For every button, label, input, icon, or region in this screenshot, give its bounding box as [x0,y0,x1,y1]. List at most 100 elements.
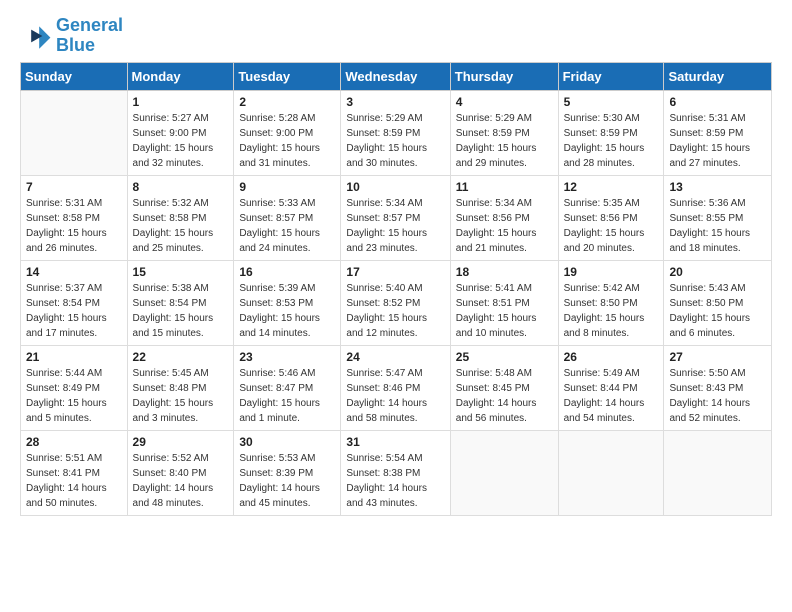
calendar-day-cell: 1Sunrise: 5:27 AMSunset: 9:00 PMDaylight… [127,90,234,175]
calendar-day-cell: 10Sunrise: 5:34 AMSunset: 8:57 PMDayligh… [341,175,450,260]
day-info: Sunrise: 5:39 AMSunset: 8:53 PMDaylight:… [239,281,335,341]
header: General Blue [20,16,772,56]
sunrise-text: Sunrise: 5:48 AM [456,368,532,379]
daylight-text: Daylight: 14 hours and 43 minutes. [346,483,427,509]
day-info: Sunrise: 5:50 AM Sunset: 8:43 PM Daylight:… [669,366,766,426]
day-info: Sunrise: 5:40 AMSunset: 8:52 PMDaylight:… [346,281,444,341]
day-info: Sunrise: 5:28 AMSunset: 9:00 PMDaylight:… [239,111,335,171]
weekday-header-cell: Monday [127,62,234,90]
sunrise-text: Sunrise: 5:31 AM [669,113,745,124]
day-info: Sunrise: 5:45 AMSunset: 8:48 PMDaylight:… [133,366,229,426]
sunset-text: Sunset: 8:48 PM [133,383,207,394]
calendar-day-cell [664,430,772,515]
daylight-text: Daylight: 15 hours and 14 minutes. [239,313,320,339]
calendar-day-cell: 25Sunrise: 5:48 AMSunset: 8:45 PMDayligh… [450,345,558,430]
calendar-day-cell: 12Sunrise: 5:35 AMSunset: 8:56 PMDayligh… [558,175,664,260]
daylight-text: Daylight: 15 hours and 15 minutes. [133,313,214,339]
calendar-day-cell: 4 Sunrise: 5:29 AMSunset: 8:59 PMDaylight… [450,90,558,175]
sunrise-text: Sunrise: 5:34 AM [346,198,422,209]
daylight-text: Daylight: 14 hours and 52 minutes. [669,398,750,424]
day-info: Sunrise: 5:52 AMSunset: 8:40 PMDaylight:… [133,451,229,511]
sunset-text: Sunset: 8:58 PM [26,213,100,224]
calendar-day-cell: 18Sunrise: 5:41 AMSunset: 8:51 PMDayligh… [450,260,558,345]
day-number: 3 [346,95,444,109]
daylight-text: Daylight: 14 hours and 48 minutes. [133,483,214,509]
weekday-header-row: SundayMondayTuesdayWednesdayThursdayFrid… [21,62,772,90]
calendar-day-cell: 29Sunrise: 5:52 AMSunset: 8:40 PMDayligh… [127,430,234,515]
day-number: 10 [346,180,444,194]
calendar-day-cell: 3Sunrise: 5:29 AMSunset: 8:59 PMDaylight… [341,90,450,175]
day-info: Sunrise: 5:27 AMSunset: 9:00 PMDaylight:… [133,111,229,171]
day-number: 21 [26,350,122,364]
sunset-text: Sunset: 8:59 PM [346,128,420,139]
sunset-text: Sunset: 8:49 PM [26,383,100,394]
day-info: Sunrise: 5:47 AMSunset: 8:46 PMDaylight:… [346,366,444,426]
calendar-day-cell: 23Sunrise: 5:46 AMSunset: 8:47 PMDayligh… [234,345,341,430]
sunrise-text: Sunrise: 5:51 AM [26,453,102,464]
calendar-week-row: 21Sunrise: 5:44 AMSunset: 8:49 PMDayligh… [21,345,772,430]
daylight-text: Daylight: 14 hours and 50 minutes. [26,483,107,509]
day-info: Sunrise: 5:34 AMSunset: 8:56 PMDaylight:… [456,196,553,256]
day-info: Sunrise: 5:30 AMSunset: 8:59 PMDaylight:… [564,111,659,171]
day-number: 11 [456,180,553,194]
calendar-day-cell: 26Sunrise: 5:49 AMSunset: 8:44 PMDayligh… [558,345,664,430]
sunset-text: Sunset: 8:59 PM [564,128,638,139]
weekday-header-cell: Sunday [21,62,128,90]
day-number: 18 [456,265,553,279]
sunrise-text: Sunrise: 5:35 AM [564,198,640,209]
day-number: 17 [346,265,444,279]
calendar-day-cell [21,90,128,175]
sunset-text: Sunset: 8:53 PM [239,298,313,309]
sunset-text: Sunset: 8:56 PM [564,213,638,224]
calendar-day-cell: 27Sunrise: 5:50 AMSunset: 8:43 PMDayligh… [664,345,772,430]
day-number: 25 [456,350,553,364]
daylight-text: Daylight: 15 hours and 6 minutes. [669,313,750,339]
calendar-day-cell: 14 Sunrise: 5:37 AM Sunset: 8:54 PM Dayligh… [21,260,128,345]
day-number: 5 [564,95,659,109]
sunrise-text: Sunrise: 5:29 AM [456,113,532,124]
sunset-text: Sunset: 8:51 PM [456,298,530,309]
day-number: 19 [564,265,659,279]
weekday-header-cell: Tuesday [234,62,341,90]
sunrise-text: Sunrise: 5:37 AM [26,283,102,294]
calendar-day-cell: 20Sunrise: 5:43 AMSunset: 8:50 PMDayligh… [664,260,772,345]
calendar-day-cell: 31Sunrise: 5:54 AMSunset: 8:38 PMDayligh… [341,430,450,515]
sunset-text: Sunset: 8:56 PM [456,213,530,224]
calendar-day-cell: 22Sunrise: 5:45 AMSunset: 8:48 PMDayligh… [127,345,234,430]
calendar: SundayMondayTuesdayWednesdayThursdayFrid… [20,62,772,516]
calendar-header: SundayMondayTuesdayWednesdayThursdayFrid… [21,62,772,90]
calendar-day-cell: 2Sunrise: 5:28 AMSunset: 9:00 PMDaylight… [234,90,341,175]
sunrise-text: Sunrise: 5:34 AM [456,198,532,209]
sunrise-text: Sunrise: 5:28 AM [239,113,315,124]
sunrise-text: Sunrise: 5:31 AM [26,198,102,209]
sunrise-text: Sunrise: 5:47 AM [346,368,422,379]
day-info: Sunrise: 5:33 AMSunset: 8:57 PMDaylight:… [239,196,335,256]
sunrise-text: Sunrise: 5:45 AM [133,368,209,379]
day-info: Sunrise: 5:38 AMSunset: 8:54 PMDaylight:… [133,281,229,341]
calendar-week-row: 1Sunrise: 5:27 AMSunset: 9:00 PMDaylight… [21,90,772,175]
sunset-text: Sunset: 8:57 PM [346,213,420,224]
calendar-body: 1Sunrise: 5:27 AMSunset: 9:00 PMDaylight… [21,90,772,515]
sunset-text: Sunset: 8:43 PM [669,383,743,394]
day-number: 16 [239,265,335,279]
daylight-text: Daylight: 15 hours and 29 minutes. [456,143,537,169]
day-number: 7 [26,180,122,194]
day-info: Sunrise: 5:29 AMSunset: 8:59 PMDaylight:… [456,111,553,171]
day-info: Sunrise: 5:32 AMSunset: 8:58 PMDaylight:… [133,196,229,256]
calendar-day-cell: 9Sunrise: 5:33 AMSunset: 8:57 PMDaylight… [234,175,341,260]
calendar-day-cell: 16 Sunrise: 5:39 AMSunset: 8:53 PMDayligh… [234,260,341,345]
daylight-text: Daylight: 15 hours and 17 minutes. [26,313,107,339]
day-info: Sunrise: 5:31 AMSunset: 8:58 PMDaylight:… [26,196,122,256]
calendar-day-cell [450,430,558,515]
day-number: 14 [26,265,122,279]
day-info: Sunrise: 5:51 AMSunset: 8:41 PMDaylight:… [26,451,122,511]
day-number: 12 [564,180,659,194]
sunset-text: Sunset: 8:54 PM [133,298,207,309]
day-info: Sunrise: 5:46 AMSunset: 8:47 PMDaylight:… [239,366,335,426]
sunset-text: Sunset: 8:54 PM [26,298,100,309]
sunrise-text: Sunrise: 5:46 AM [239,368,315,379]
day-number: 4 [456,95,553,109]
calendar-day-cell: 13Sunrise: 5:36 AMSunset: 8:55 PMDayligh… [664,175,772,260]
sunrise-text: Sunrise: 5:50 AM [669,368,745,379]
daylight-text: Daylight: 15 hours and 25 minutes. [133,228,214,254]
